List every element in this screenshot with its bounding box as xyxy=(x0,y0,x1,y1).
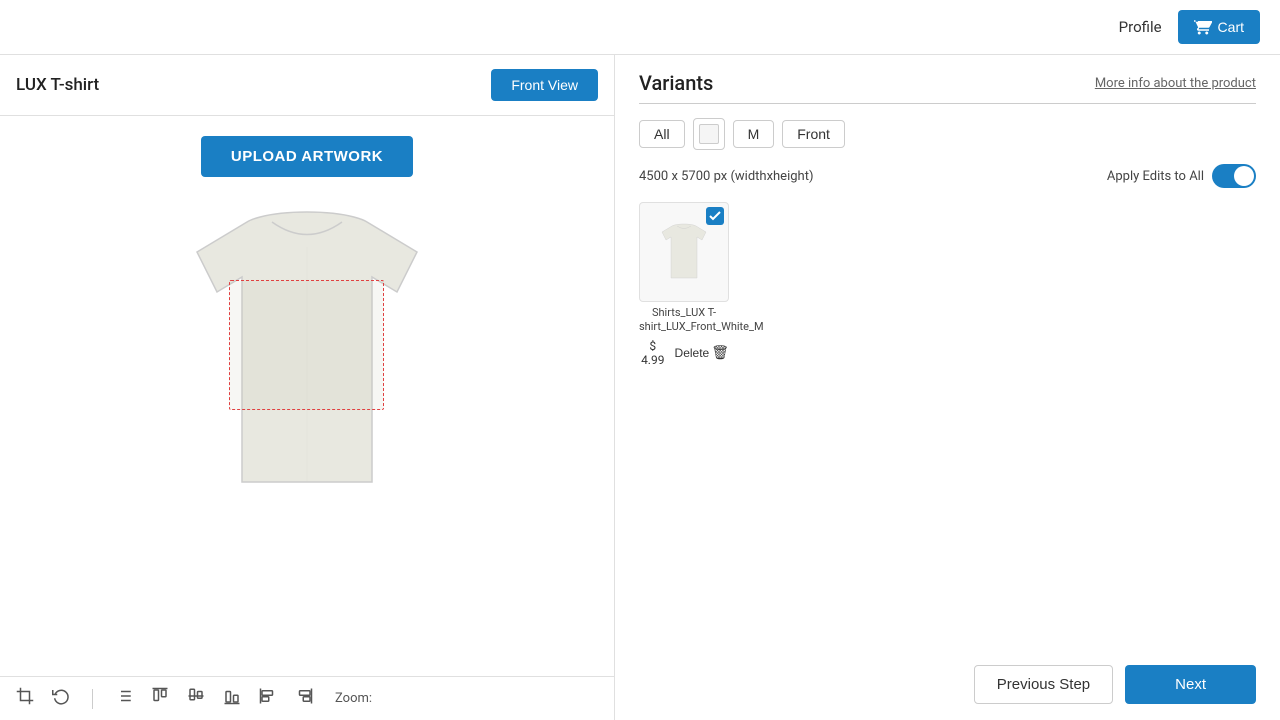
profile-link[interactable]: Profile xyxy=(1119,18,1162,36)
toolbar-divider-1 xyxy=(92,689,93,709)
card-checkbox[interactable] xyxy=(706,207,724,225)
trash-icon: 🗑 xyxy=(711,344,729,361)
product-card-name: Shirts_LUX T-shirt_LUX_Front_White_M xyxy=(639,306,729,335)
dimensions-row: 4500 x 5700 px (widthxheight) Apply Edit… xyxy=(639,164,1256,188)
left-header: LUX T-shirt Front View xyxy=(0,55,614,116)
previous-step-button[interactable]: Previous Step xyxy=(974,665,1113,704)
upload-artwork-button[interactable]: UPLOAD ARTWORK xyxy=(201,136,413,177)
align-top-icon[interactable] xyxy=(151,687,169,710)
align-bottom-icon[interactable] xyxy=(223,687,241,710)
apply-edits-toggle[interactable] xyxy=(1212,164,1256,188)
print-area xyxy=(229,280,384,410)
filter-m-pill[interactable]: M xyxy=(733,120,775,148)
variants-title: Variants xyxy=(639,71,713,95)
product-card: Shirts_LUX T-shirt_LUX_Front_White_M $ 4… xyxy=(639,202,729,367)
cart-icon xyxy=(1194,18,1212,36)
dimensions-text: 4500 x 5700 px (widthxheight) xyxy=(639,169,813,184)
filter-white-pill[interactable] xyxy=(693,118,725,150)
bottom-actions: Previous Step Next xyxy=(639,645,1256,704)
product-card-price: $ 4.99 xyxy=(639,339,667,367)
delete-button[interactable]: Delete 🗑 xyxy=(675,344,729,361)
zoom-label: Zoom: xyxy=(335,691,372,706)
product-card-tshirt-svg xyxy=(654,217,714,287)
cart-button[interactable]: Cart xyxy=(1178,10,1260,44)
product-cards: Shirts_LUX T-shirt_LUX_Front_White_M $ 4… xyxy=(639,202,1256,367)
front-view-button[interactable]: Front View xyxy=(491,69,598,101)
align-center-h-icon[interactable] xyxy=(115,687,133,710)
toolbar: Zoom: xyxy=(0,676,614,720)
tshirt-container xyxy=(157,192,457,512)
product-card-image-wrapper[interactable] xyxy=(639,202,729,302)
crop-icon[interactable] xyxy=(16,687,34,710)
more-info-link[interactable]: More info about the product xyxy=(1095,76,1256,91)
filter-all-pill[interactable]: All xyxy=(639,120,685,148)
align-right-icon[interactable] xyxy=(295,687,313,710)
white-color-swatch xyxy=(699,124,719,144)
left-panel: LUX T-shirt Front View UPLOAD ARTWORK xyxy=(0,55,615,720)
toggle-knob xyxy=(1234,166,1254,186)
next-button[interactable]: Next xyxy=(1125,665,1256,704)
main-layout: LUX T-shirt Front View UPLOAD ARTWORK xyxy=(0,55,1280,720)
variants-divider xyxy=(639,103,1256,104)
apply-edits-row: Apply Edits to All xyxy=(1107,164,1256,188)
checkmark-icon xyxy=(709,210,721,222)
align-middle-icon[interactable] xyxy=(187,687,205,710)
delete-label: Delete xyxy=(675,346,710,360)
header: Profile Cart xyxy=(0,0,1280,55)
product-card-price-row: $ 4.99 Delete 🗑 xyxy=(639,339,729,367)
cart-label: Cart xyxy=(1218,19,1244,35)
rotate-icon[interactable] xyxy=(52,687,70,710)
filter-pills: All M Front xyxy=(639,118,1256,150)
canvas-area: UPLOAD ARTWORK xyxy=(0,116,614,676)
align-left-icon[interactable] xyxy=(259,687,277,710)
filter-front-pill[interactable]: Front xyxy=(782,120,845,148)
apply-edits-label: Apply Edits to All xyxy=(1107,169,1204,184)
variants-header: Variants More info about the product xyxy=(639,71,1256,95)
product-title: LUX T-shirt xyxy=(16,75,491,95)
right-panel: Variants More info about the product All… xyxy=(615,55,1280,720)
